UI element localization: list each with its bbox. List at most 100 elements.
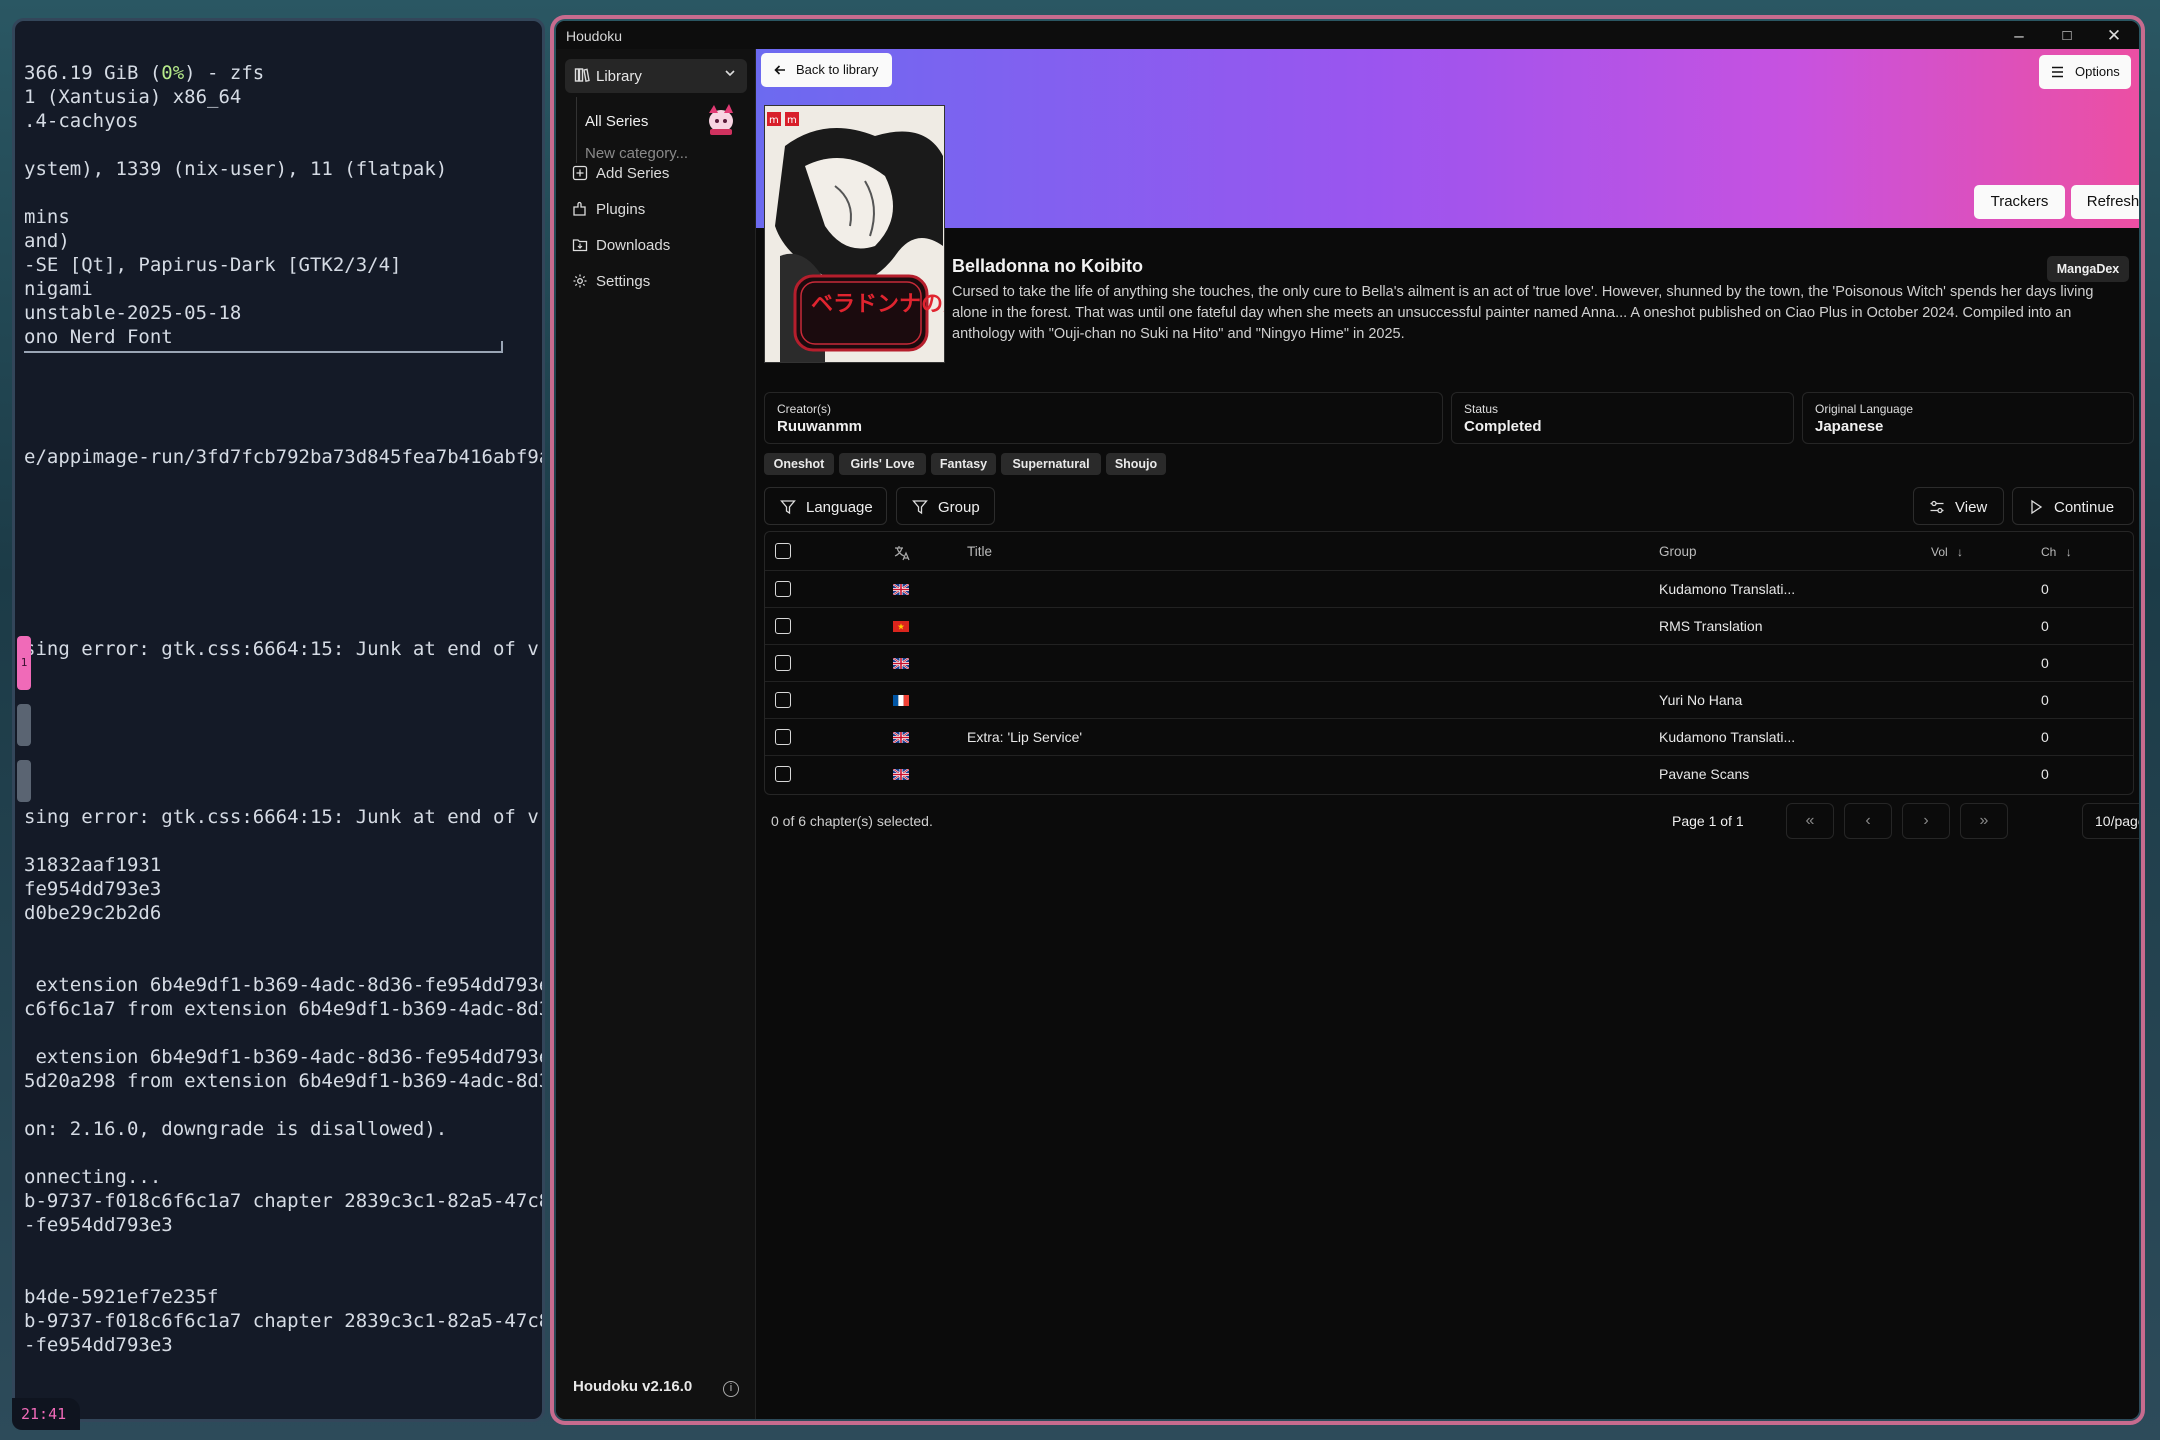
prev-page-button[interactable]: ‹ xyxy=(1844,803,1892,839)
row-checkbox[interactable] xyxy=(775,655,791,671)
tree-line xyxy=(576,97,577,163)
meta-value: Japanese xyxy=(1815,418,1884,435)
table-row[interactable]: Pavane Scans 0 xyxy=(765,755,2133,792)
options-button[interactable]: Options xyxy=(2039,55,2131,89)
terminal-line: sing error: gtk.css:6664:15: Junk at end… xyxy=(24,638,539,660)
workspace-1[interactable]: 1 xyxy=(17,636,31,690)
gear-icon xyxy=(573,274,587,288)
tag-badge: Shoujo xyxy=(1106,453,1166,475)
meta-value: Completed xyxy=(1464,418,1542,435)
window-title: Houdoku xyxy=(566,28,623,44)
workspace-2[interactable] xyxy=(17,704,31,746)
chapter-group: Yuri No Hana xyxy=(1659,692,1743,708)
filter-icon xyxy=(912,500,928,515)
chapter-number: 0 xyxy=(2041,692,2049,708)
table-row[interactable]: Kudamono Translati... 0 xyxy=(765,570,2133,607)
translate-icon xyxy=(894,546,910,561)
terminal-line: e/appimage-run/3fd7fcb792ba73d845fea7b41… xyxy=(24,446,545,468)
clock: 21:41 xyxy=(12,1398,80,1430)
vol-label: Vol xyxy=(1931,545,1948,559)
maximize-icon[interactable]: □ xyxy=(2047,24,2087,48)
folder-download-icon xyxy=(572,239,588,252)
terminal-line: nigami xyxy=(24,278,93,300)
column-header-ch[interactable]: Ch ↓ xyxy=(2041,532,2072,572)
workspace-indicator: 1 xyxy=(17,636,31,816)
chapter-number: 0 xyxy=(2041,655,2049,671)
filter-icon xyxy=(780,500,796,515)
chapter-number: 0 xyxy=(2041,766,2049,782)
table-row[interactable]: Extra: 'Lip Service' Kudamono Translati.… xyxy=(765,718,2133,755)
chapter-group: RMS Translation xyxy=(1659,618,1763,634)
table-row[interactable]: RMS Translation 0 xyxy=(765,607,2133,644)
last-page-button[interactable]: » xyxy=(1960,803,2008,839)
per-page-value: 10/page xyxy=(2095,813,2142,829)
table-row[interactable]: 0 xyxy=(765,644,2133,681)
terminal-output: 366.19 GiB (0%) - zfs 1 (Xantusia) x86_6… xyxy=(15,21,542,1419)
next-page-button[interactable]: › xyxy=(1902,803,1950,839)
cover-art: m m ベラドンナの恋人 xyxy=(765,106,944,362)
flag-gb-icon xyxy=(893,658,909,669)
terminal-line: extension 6b4e9df1-b369-4adc-8d36-fe954d… xyxy=(24,974,545,996)
sidebar-item-label: Plugins xyxy=(596,201,646,218)
chapter-group: Kudamono Translati... xyxy=(1659,729,1796,745)
button-label: View xyxy=(1955,499,1988,516)
refresh-button[interactable]: Refresh xyxy=(2071,185,2139,219)
row-checkbox[interactable] xyxy=(775,692,791,708)
trackers-button[interactable]: Trackers xyxy=(1974,185,2065,219)
table-row[interactable]: Yuri No Hana 0 xyxy=(765,681,2133,718)
continue-button[interactable]: Continue xyxy=(2012,487,2134,525)
sidebar: Library All Series New category... Add S… xyxy=(556,49,756,1419)
sidebar-item-label: Downloads xyxy=(596,237,671,254)
source-badge: MangaDex xyxy=(2047,256,2129,282)
sidebar-item-label: Library xyxy=(596,68,642,85)
terminal-line: -SE [Qt], Papirus-Dark [GTK2/3/4] xyxy=(24,254,402,276)
terminal-line: 5d20a298 from extension 6b4e9df1-b369-4a… xyxy=(24,1070,545,1092)
tag-badge: Fantasy xyxy=(931,453,996,475)
terminal-line: unstable-2025-05-18 xyxy=(24,302,242,324)
workspace-3[interactable] xyxy=(17,760,31,802)
per-page-select[interactable]: 10/page xyxy=(2082,803,2142,839)
terminal-line: and) xyxy=(24,230,70,252)
flag-gb-icon xyxy=(893,584,909,595)
column-header-vol[interactable]: Vol ↓ xyxy=(1931,532,1963,572)
titlebar: Houdoku – □ ✕ xyxy=(556,21,2139,49)
chapter-group: Kudamono Translati... xyxy=(1659,581,1796,597)
row-checkbox[interactable] xyxy=(775,581,791,597)
button-label: Group xyxy=(938,499,980,516)
terminal-line: -fe954dd793e3 xyxy=(24,1334,173,1356)
terminal-line: onnecting... xyxy=(24,1166,162,1188)
select-all-checkbox[interactable] xyxy=(775,543,791,559)
row-checkbox[interactable] xyxy=(775,766,791,782)
arrow-left-icon xyxy=(774,65,785,75)
row-checkbox[interactable] xyxy=(775,618,791,634)
minimize-icon[interactable]: – xyxy=(1999,24,2039,48)
selection-count: 0 of 6 chapter(s) selected. xyxy=(771,813,933,829)
svg-text:m: m xyxy=(787,115,797,126)
close-icon[interactable]: ✕ xyxy=(2094,24,2134,48)
terminal-window[interactable]: 366.19 GiB (0%) - zfs 1 (Xantusia) x86_6… xyxy=(12,18,545,1422)
sort-arrow-icon: ↓ xyxy=(2065,545,2072,559)
group-filter-button[interactable]: Group xyxy=(896,487,995,525)
tag-badge: Oneshot xyxy=(764,453,834,475)
terminal-line: .4-cachyos xyxy=(24,110,139,132)
button-label: Language xyxy=(806,499,873,516)
language-filter-button[interactable]: Language xyxy=(764,487,887,525)
meta-original-language: Original Language Japanese xyxy=(1802,392,2134,444)
back-to-library-button[interactable]: Back to library xyxy=(761,53,892,87)
column-header-title[interactable]: Title xyxy=(967,532,992,572)
terminal-line: extension 6b4e9df1-b369-4adc-8d36-fe954d… xyxy=(24,1046,545,1068)
add-square-icon xyxy=(572,165,588,181)
flag-gb-icon xyxy=(893,769,909,780)
terminal-box-border xyxy=(24,341,503,353)
chevron-down-icon[interactable] xyxy=(723,66,737,80)
row-checkbox[interactable] xyxy=(775,729,791,745)
column-header-group[interactable]: Group xyxy=(1659,532,1697,572)
sidebar-item-library[interactable]: Library xyxy=(565,59,747,93)
info-icon[interactable]: i xyxy=(723,1381,739,1397)
meta-key: Original Language xyxy=(1815,402,1914,416)
first-page-button[interactable]: « xyxy=(1786,803,1834,839)
view-button[interactable]: View xyxy=(1913,487,2004,525)
menu-icon xyxy=(2052,66,2063,78)
new-category-input[interactable]: New category... xyxy=(585,145,745,162)
terminal-line: on: 2.16.0, downgrade is disallowed). xyxy=(24,1118,448,1140)
